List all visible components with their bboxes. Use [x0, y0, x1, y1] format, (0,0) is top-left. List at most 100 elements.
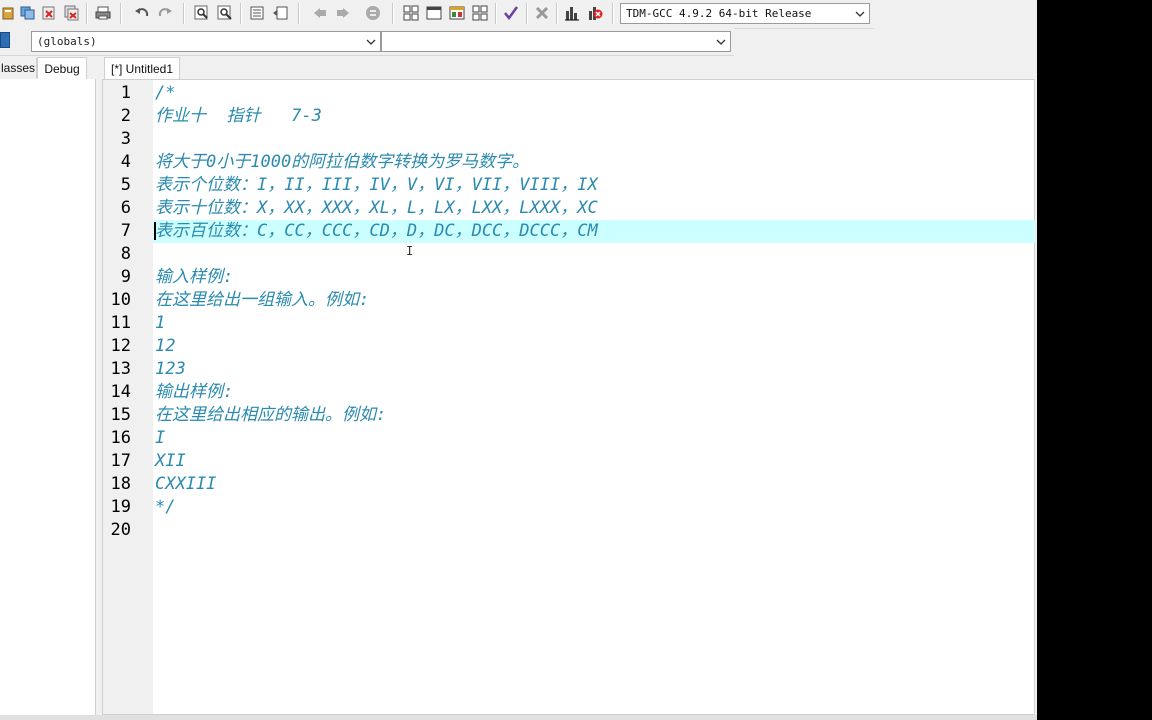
- scope-toolbar: (globals): [0, 28, 734, 56]
- indent-icon[interactable]: [248, 4, 266, 22]
- code-line[interactable]: 5 表示个位数：I，II，III，IV，V，VI，VII，VIII，IX: [103, 174, 1034, 197]
- code-line[interactable]: 9 输入样例:: [103, 266, 1034, 289]
- code-text: 123: [155, 359, 186, 379]
- line-number: 20: [110, 520, 131, 540]
- code-text: 表示百位数：C，CC，CCC，CD，D，DC，DCC，DCCC，CM: [155, 221, 598, 241]
- find-icon[interactable]: [193, 4, 211, 22]
- dev-cpp-window: TDM-GCC 4.9.2 64-bit Release (globals) l…: [0, 0, 1037, 720]
- code-text: 1: [155, 313, 166, 333]
- line-number: 14: [110, 382, 131, 402]
- grid-icon[interactable]: [471, 4, 489, 22]
- status-strip: [0, 715, 1037, 720]
- window-icon[interactable]: [425, 4, 443, 22]
- ibeam-cursor-icon: I: [406, 244, 414, 258]
- code-text: 输出样例:: [155, 382, 234, 402]
- line-number: 3: [120, 129, 131, 149]
- chevron-down-icon[interactable]: [852, 6, 867, 21]
- layout-icon[interactable]: [448, 4, 466, 22]
- chevron-down-icon[interactable]: [363, 34, 378, 49]
- code-line[interactable]: 14 输出样例:: [103, 381, 1034, 404]
- back-icon[interactable]: [311, 4, 329, 22]
- code-line[interactable]: 3: [103, 128, 1034, 151]
- code-text: 作业十 指针 7-3: [155, 106, 322, 126]
- code-line[interactable]: 2 作业十 指针 7-3: [103, 105, 1034, 128]
- line-number: 8: [120, 244, 131, 264]
- line-number: 13: [110, 359, 131, 379]
- editor-tabs: [*] Untitled1: [98, 56, 1037, 80]
- undo-icon[interactable]: [133, 4, 151, 22]
- text-caret: [154, 222, 156, 240]
- unindent-icon[interactable]: [271, 4, 289, 22]
- line-number: 12: [110, 336, 131, 356]
- line-number: 17: [110, 451, 131, 471]
- scope-select[interactable]: (globals): [31, 31, 381, 52]
- code-line[interactable]: 16 I: [103, 427, 1034, 450]
- code-line[interactable]: 12 12: [103, 335, 1034, 358]
- code-line[interactable]: 19 */: [103, 496, 1034, 519]
- chevron-down-icon[interactable]: [713, 34, 728, 49]
- code-text: I: [155, 428, 166, 448]
- code-line[interactable]: 13 123: [103, 358, 1034, 381]
- code-text: 表示十位数：X，XX，XXX，XL，L，LX，LXX，LXXX，XC: [155, 198, 598, 218]
- code-editor[interactable]: 1 /* 2 作业十 指针 7-3 3 4 将大于0小于1000的阿拉伯数字转换为罗马数字。…: [102, 79, 1035, 715]
- left-panel-body: [0, 79, 96, 720]
- code-line[interactable]: 18 CXXIII: [103, 473, 1034, 496]
- chart-icon[interactable]: [563, 4, 581, 22]
- left-panel: lasses Debug: [0, 56, 96, 720]
- line-number: 7: [120, 221, 131, 241]
- project-icon[interactable]: [0, 4, 18, 22]
- line-number: 19: [110, 497, 131, 517]
- line-number: 4: [120, 152, 131, 172]
- tab-debug[interactable]: Debug: [37, 57, 87, 80]
- toggle-icon[interactable]: [364, 4, 382, 22]
- member-select[interactable]: [381, 31, 731, 52]
- line-number: 1: [120, 83, 131, 103]
- code-line[interactable]: 4 将大于0小于1000的阿拉伯数字转换为罗马数字。: [103, 151, 1034, 174]
- code-text: */: [155, 497, 176, 517]
- code-text: CXXIII: [155, 474, 217, 494]
- code-text: 将大于0小于1000的阿拉伯数字转换为罗马数字。: [155, 152, 530, 172]
- line-number: 16: [110, 428, 131, 448]
- debug-icon[interactable]: [586, 4, 604, 22]
- code-text: 12: [155, 336, 176, 356]
- close-icon[interactable]: [40, 4, 58, 22]
- code-line[interactable]: 15 在这里给出相应的输出。例如:: [103, 404, 1034, 427]
- replace-icon[interactable]: [216, 4, 234, 22]
- code-text: 在这里给出一组输入。例如:: [155, 290, 370, 310]
- check-icon[interactable]: [502, 4, 520, 22]
- line-number: 2: [120, 106, 131, 126]
- code-line[interactable]: 11 1: [103, 312, 1034, 335]
- line-number: 6: [120, 198, 131, 218]
- code-text: /*: [155, 83, 176, 103]
- code-line[interactable]: 17 XII: [103, 450, 1034, 473]
- line-number: 18: [110, 474, 131, 494]
- line-number: 11: [110, 313, 131, 333]
- code-line[interactable]: 1 /*: [103, 82, 1034, 105]
- print-icon[interactable]: [94, 4, 112, 22]
- code-line[interactable]: 20: [103, 519, 1034, 542]
- code-line[interactable]: 6 表示十位数：X，XX，XXX，XL，L，LX，LXX，LXXX，XC: [103, 197, 1034, 220]
- line-number: 10: [110, 290, 131, 310]
- line-number: 15: [110, 405, 131, 425]
- save-all-icon[interactable]: [19, 4, 37, 22]
- close-all-icon[interactable]: [63, 4, 81, 22]
- code-line[interactable]: 10 在这里给出一组输入。例如:: [103, 289, 1034, 312]
- code-line[interactable]: 8: [103, 243, 1034, 266]
- class-browser-icon[interactable]: [0, 32, 10, 48]
- scope-select-value: (globals): [37, 35, 97, 48]
- tab-classes[interactable]: lasses: [0, 58, 37, 78]
- tab-untitled1[interactable]: [*] Untitled1: [104, 57, 181, 80]
- code-text: 表示个位数：I，II，III，IV，V，VI，VII，VIII，IX: [155, 175, 598, 195]
- line-number: 9: [120, 267, 131, 287]
- code-text: 输入样例:: [155, 267, 234, 287]
- compiler-select[interactable]: TDM-GCC 4.9.2 64-bit Release: [620, 3, 870, 24]
- new-class-icon[interactable]: [402, 4, 420, 22]
- code-line[interactable]: 7 表示百位数：C，CC，CCC，CD，D，DC，DCC，DCCC，CM: [103, 220, 1034, 243]
- stop-icon[interactable]: [533, 4, 551, 22]
- line-number: 5: [120, 175, 131, 195]
- forward-icon[interactable]: [334, 4, 352, 22]
- compiler-select-value: TDM-GCC 4.9.2 64-bit Release: [626, 7, 812, 20]
- redo-icon[interactable]: [156, 4, 174, 22]
- left-panel-tabs: lasses Debug: [0, 56, 96, 80]
- code-text: 在这里给出相应的输出。例如:: [155, 405, 387, 425]
